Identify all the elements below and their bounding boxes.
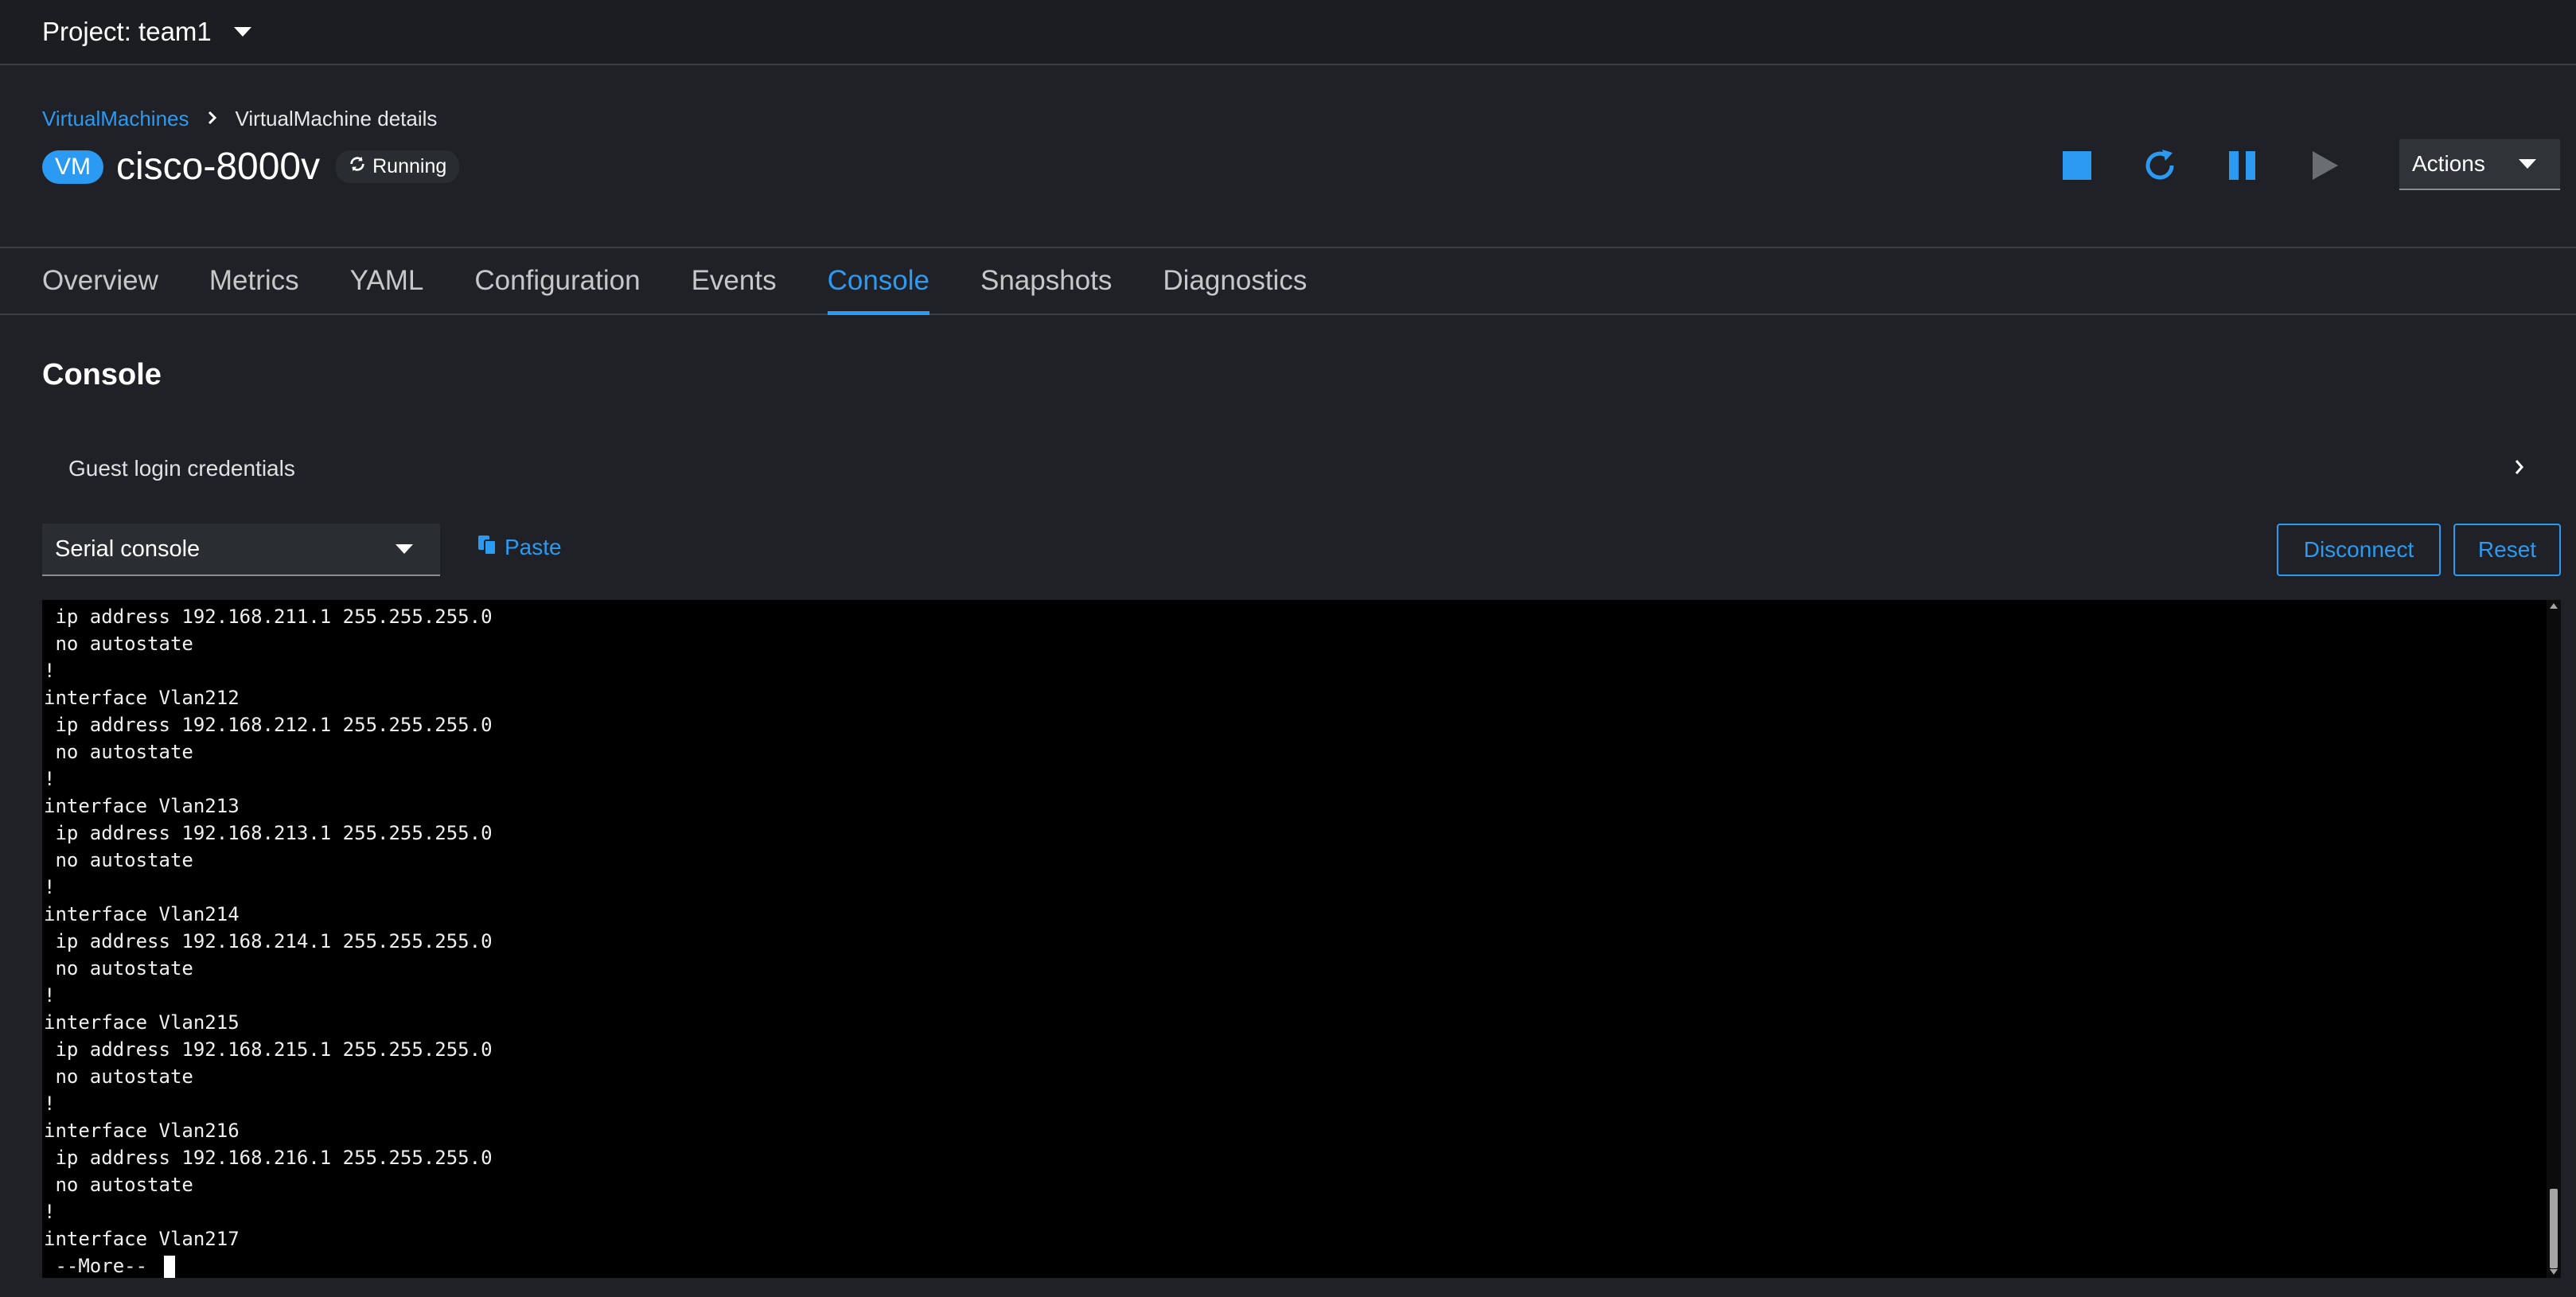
terminal-line: ! xyxy=(44,1201,56,1223)
stop-icon xyxy=(2063,151,2091,180)
disconnect-button[interactable]: Disconnect xyxy=(2277,524,2441,576)
project-label: Project: team1 xyxy=(42,17,212,46)
terminal-line: interface Vlan213 xyxy=(44,795,240,817)
actions-label: Actions xyxy=(2412,151,2485,176)
pause-icon xyxy=(2229,151,2255,180)
terminal-line: ip address 192.168.215.1 255.255.255.0 xyxy=(44,1038,493,1061)
terminal-line: no autostate xyxy=(44,1065,193,1088)
play-icon xyxy=(2313,151,2338,180)
actions-dropdown[interactable]: Actions xyxy=(2399,139,2560,190)
terminal-line: no autostate xyxy=(44,741,193,763)
terminal-line: interface Vlan215 xyxy=(44,1011,240,1034)
vm-action-buttons xyxy=(2053,142,2384,189)
page-header: VirtualMachines VirtualMachine details V… xyxy=(0,67,2576,247)
breadcrumb-current: VirtualMachine details xyxy=(235,107,438,130)
paste-button[interactable]: Paste xyxy=(477,533,562,561)
chevron-right-icon xyxy=(207,107,218,131)
paste-icon xyxy=(477,533,497,561)
reset-button[interactable]: Reset xyxy=(2453,524,2561,576)
terminal-line: interface Vlan214 xyxy=(44,903,240,925)
terminal-line: ! xyxy=(44,660,56,682)
project-selector[interactable]: Project: team1 xyxy=(42,17,251,47)
tab-snapshots[interactable]: Snapshots xyxy=(980,248,1112,314)
tab-configuration[interactable]: Configuration xyxy=(474,248,640,314)
serial-console-terminal[interactable]: ip address 192.168.211.1 255.255.255.0 n… xyxy=(42,600,2561,1278)
tab-overview[interactable]: Overview xyxy=(42,248,158,314)
caret-down-icon xyxy=(2519,159,2536,169)
terminal-line: interface Vlan217 xyxy=(44,1228,240,1250)
terminal-line: no autostate xyxy=(44,849,193,871)
tab-diagnostics[interactable]: Diagnostics xyxy=(1163,248,1307,314)
terminal-line: ! xyxy=(44,984,56,1007)
terminal-line: no autostate xyxy=(44,1174,193,1196)
pause-button[interactable] xyxy=(2219,142,2266,189)
terminal-line: interface Vlan216 xyxy=(44,1120,240,1142)
terminal-line: interface Vlan212 xyxy=(44,687,240,709)
stop-button[interactable] xyxy=(2053,142,2101,189)
tab-console[interactable]: Console xyxy=(827,248,930,315)
tab-bar: Overview Metrics YAML Configuration Even… xyxy=(0,247,2576,315)
scroll-thumb[interactable] xyxy=(2550,1189,2558,1268)
status-text: Running xyxy=(372,155,447,177)
tab-metrics[interactable]: Metrics xyxy=(209,248,299,314)
more-prompt: --More-- xyxy=(44,1255,159,1277)
project-bar: Project: team1 xyxy=(0,0,2576,65)
terminal-line: ip address 192.168.214.1 255.255.255.0 xyxy=(44,930,493,952)
terminal-line: ! xyxy=(44,876,56,898)
terminal-scrollbar[interactable] xyxy=(2547,600,2561,1278)
paste-label: Paste xyxy=(505,534,562,559)
start-button[interactable] xyxy=(2301,142,2349,189)
tab-yaml[interactable]: YAML xyxy=(350,248,424,314)
terminal-line: ip address 192.168.213.1 255.255.255.0 xyxy=(44,822,493,844)
terminal-line: no autostate xyxy=(44,957,193,980)
caret-down-icon xyxy=(233,27,251,37)
sync-icon xyxy=(349,155,366,178)
terminal-line: no autostate xyxy=(44,633,193,655)
chevron-right-icon xyxy=(2514,456,2525,481)
terminal-prompt-line: --More-- xyxy=(44,1252,493,1278)
guest-credentials-toggle[interactable]: Guest login credentials xyxy=(42,441,2533,497)
console-type-select[interactable]: Serial console xyxy=(42,524,440,576)
restart-icon xyxy=(2145,150,2174,180)
page-title: VM cisco-8000v Running xyxy=(42,145,460,189)
scroll-up-icon[interactable] xyxy=(2550,603,2558,609)
caret-down-icon xyxy=(396,544,413,554)
breadcrumb: VirtualMachines VirtualMachine details xyxy=(42,107,437,131)
tab-events[interactable]: Events xyxy=(692,248,777,314)
vm-badge: VM xyxy=(42,150,103,184)
credentials-label: Guest login credentials xyxy=(68,456,295,481)
status-badge: Running xyxy=(336,150,460,183)
restart-button[interactable] xyxy=(2136,142,2184,189)
terminal-line: ip address 192.168.212.1 255.255.255.0 xyxy=(44,714,493,736)
console-type-value: Serial console xyxy=(55,536,201,562)
scroll-down-icon[interactable] xyxy=(2550,1269,2558,1275)
terminal-cursor xyxy=(163,1256,175,1278)
terminal-line: ! xyxy=(44,768,56,790)
breadcrumb-link-virtualmachines[interactable]: VirtualMachines xyxy=(42,107,189,131)
terminal-line: ! xyxy=(44,1093,56,1115)
vm-name: cisco-8000v xyxy=(116,146,321,188)
terminal-line: ip address 192.168.216.1 255.255.255.0 xyxy=(44,1147,493,1169)
section-title: Console xyxy=(42,358,162,391)
terminal-line: ip address 192.168.211.1 255.255.255.0 xyxy=(44,606,493,628)
terminal-output: ip address 192.168.211.1 255.255.255.0 n… xyxy=(42,600,493,1278)
